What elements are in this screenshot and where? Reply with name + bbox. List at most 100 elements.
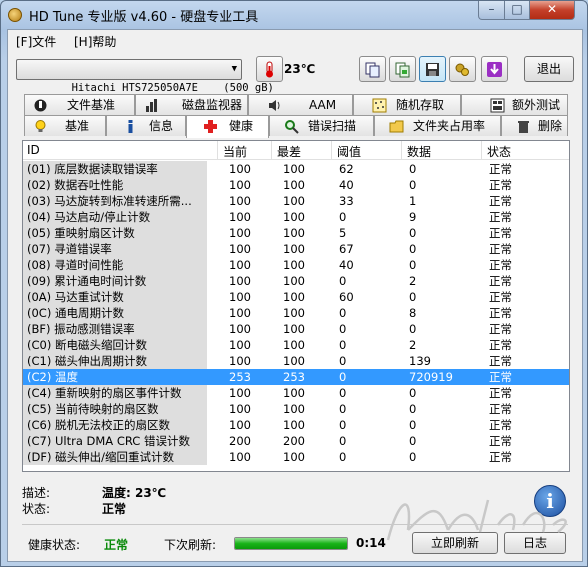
column-divider[interactable] xyxy=(481,141,482,159)
thermometer-icon xyxy=(266,61,273,78)
smart-attribute-name: (0A) 马达重试计数 xyxy=(23,289,207,305)
tab-erase[interactable]: 删除 xyxy=(501,115,568,136)
table-body: (01) 底层数据读取错误率 100 100 62 0 正常 (02) 数据吞吐性能 100 1… xyxy=(23,161,569,465)
cell-threshold: 0 xyxy=(339,322,347,336)
smart-attribute-name: (05) 重映射扇区计数 xyxy=(23,225,207,241)
smart-attribute-name: (04) 马达启动/停止计数 xyxy=(23,209,207,225)
cell-current: 100 xyxy=(229,418,251,432)
cell-status: 正常 xyxy=(489,306,512,320)
speaker-icon xyxy=(269,100,280,111)
cell-worst: 100 xyxy=(283,274,305,288)
tab-benchmark[interactable]: 基准 xyxy=(24,115,106,136)
column-divider[interactable] xyxy=(217,141,218,159)
cell-worst: 100 xyxy=(283,386,305,400)
cell-threshold: 0 xyxy=(339,450,347,464)
cell-worst: 100 xyxy=(283,226,305,240)
menu-file[interactable]: [F]文件 xyxy=(16,33,56,50)
table-row[interactable]: (C2) 温度 253 253 0 720919 正常 xyxy=(23,369,569,385)
temperature-button[interactable] xyxy=(256,56,283,82)
tab-row-bottom: 基准 信息 健康 错误扫描 文件夹占用率 删除 xyxy=(8,115,582,138)
cell-data: 0 xyxy=(409,162,417,176)
cell-current: 100 xyxy=(229,338,251,352)
smart-attribute-name: (03) 马达旋转到标准转速所需... xyxy=(23,193,207,209)
cell-current: 100 xyxy=(229,242,251,256)
download-arrow-icon xyxy=(487,62,502,77)
maximize-button[interactable]: □ xyxy=(504,1,530,20)
table-row[interactable]: (02) 数据吞吐性能 100 100 40 0 正常 xyxy=(23,177,569,193)
cell-current: 100 xyxy=(229,386,251,400)
table-row[interactable]: (C6) 脱机无法校正的扇区数 100 100 0 0 正常 xyxy=(23,417,569,433)
cell-worst: 100 xyxy=(283,194,305,208)
cell-data: 0 xyxy=(409,258,417,272)
column-divider[interactable] xyxy=(331,141,332,159)
cell-data: 0 xyxy=(409,226,417,240)
cell-threshold: 60 xyxy=(339,290,354,304)
tab-disk-monitor[interactable]: 磁盘监视器 xyxy=(135,94,248,115)
tab-file-benchmark[interactable]: 文件基准 xyxy=(24,94,135,115)
title-bar[interactable]: HD Tune 专业版 v4.60 - 硬盘专业工具 – □ ✕ xyxy=(1,1,587,29)
table-row[interactable]: (07) 寻道错误率 100 100 67 0 正常 xyxy=(23,241,569,257)
copy-screenshot-button[interactable] xyxy=(389,56,416,82)
cell-worst: 253 xyxy=(283,370,305,384)
tab-info[interactable]: 信息 xyxy=(106,115,186,136)
table-row[interactable]: (04) 马达启动/停止计数 100 100 0 9 正常 xyxy=(23,209,569,225)
tab-label: 文件夹占用率 xyxy=(413,119,486,133)
smart-attribute-name: (C1) 磁头伸出周期计数 xyxy=(23,353,207,369)
table-row[interactable]: (0C) 通电周期计数 100 100 0 8 正常 xyxy=(23,305,569,321)
cell-status: 正常 xyxy=(489,354,512,368)
cell-data: 0 xyxy=(409,450,417,464)
cell-threshold: 5 xyxy=(339,226,347,240)
tab-health[interactable]: 健康 xyxy=(186,115,269,138)
download-button[interactable] xyxy=(481,56,508,82)
table-row[interactable]: (C4) 重新映射的扇区事件计数 100 100 0 0 正常 xyxy=(23,385,569,401)
table-row[interactable]: (03) 马达旋转到标准转速所需... 100 100 33 1 正常 xyxy=(23,193,569,209)
column-header-threshold[interactable]: 阈值 xyxy=(337,143,361,160)
column-header-id[interactable]: ID xyxy=(27,143,40,157)
table-row[interactable]: (DF) 磁头伸出/缩回重试计数 100 100 0 0 正常 xyxy=(23,449,569,465)
table-row[interactable]: (08) 寻道时间性能 100 100 40 0 正常 xyxy=(23,257,569,273)
cell-status: 正常 xyxy=(489,370,512,384)
minimize-button[interactable]: – xyxy=(478,1,505,20)
table-row[interactable]: (09) 累计通电时间计数 100 100 0 2 正常 xyxy=(23,273,569,289)
exit-button[interactable]: 退出 xyxy=(524,56,574,82)
table-row[interactable]: (05) 重映射扇区计数 100 100 5 0 正常 xyxy=(23,225,569,241)
table-row[interactable]: (C5) 当前待映射的扇区数 100 100 0 0 正常 xyxy=(23,401,569,417)
smart-attribute-name: (C7) Ultra DMA CRC 错误计数 xyxy=(23,433,207,449)
cell-data: 0 xyxy=(409,290,417,304)
column-divider[interactable] xyxy=(401,141,402,159)
table-row[interactable]: (0A) 马达重试计数 100 100 60 0 正常 xyxy=(23,289,569,305)
cell-threshold: 0 xyxy=(339,418,347,432)
menu-help[interactable]: [H]帮助 xyxy=(74,33,116,50)
folder-icon xyxy=(389,120,404,133)
table-row[interactable]: (C0) 断电磁头缩回计数 100 100 0 2 正常 xyxy=(23,337,569,353)
options-button[interactable] xyxy=(449,56,476,82)
cell-threshold: 62 xyxy=(339,162,354,176)
cell-threshold: 0 xyxy=(339,338,347,352)
tab-extra-tests[interactable]: 额外测试 xyxy=(461,94,568,115)
column-header-current[interactable]: 当前 xyxy=(223,143,247,160)
column-divider[interactable] xyxy=(271,141,272,159)
table-row[interactable]: (BF) 振动感测错误率 100 100 0 0 正常 xyxy=(23,321,569,337)
cell-data: 720919 xyxy=(409,370,453,384)
table-row[interactable]: (C7) Ultra DMA CRC 错误计数 200 200 0 0 正常 xyxy=(23,433,569,449)
close-button[interactable]: ✕ xyxy=(529,1,575,20)
chevron-down-icon: ▼ xyxy=(231,64,237,74)
cell-threshold: 67 xyxy=(339,242,354,256)
column-header-status[interactable]: 状态 xyxy=(487,143,511,160)
tab-folder-usage[interactable]: 文件夹占用率 xyxy=(374,115,501,136)
cell-current: 100 xyxy=(229,210,251,224)
tab-random-access[interactable]: 随机存取 xyxy=(353,94,461,115)
drive-select[interactable]: Hitachi HTS725050A7E (500 gB) ▼ xyxy=(16,59,274,94)
table-row[interactable]: (01) 底层数据读取错误率 100 100 62 0 正常 xyxy=(23,161,569,177)
column-header-worst[interactable]: 最差 xyxy=(277,143,301,160)
save-button[interactable] xyxy=(419,56,446,82)
copy-text-button[interactable] xyxy=(359,56,386,82)
refresh-progress-bar xyxy=(234,537,348,550)
smart-attribute-name: (C6) 脱机无法校正的扇区数 xyxy=(23,417,207,433)
tab-error-scan[interactable]: 错误扫描 xyxy=(269,115,374,136)
table-row[interactable]: (C1) 磁头伸出周期计数 100 100 0 139 正常 xyxy=(23,353,569,369)
tab-label: 错误扫描 xyxy=(308,119,357,133)
cell-status: 正常 xyxy=(489,274,512,288)
column-header-data[interactable]: 数据 xyxy=(407,143,431,160)
tab-aam[interactable]: AAM xyxy=(248,94,353,115)
